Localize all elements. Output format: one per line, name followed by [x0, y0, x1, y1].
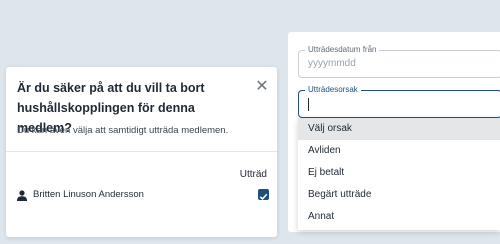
reason-field-label: Utträdesorsak: [305, 84, 361, 96]
person-icon: [17, 190, 27, 201]
member-row: Britten Linuson Andersson: [17, 188, 269, 204]
date-field-placeholder: yyyymmdd: [308, 58, 356, 69]
reason-option-ej-betalt[interactable]: Ej betalt: [298, 162, 500, 184]
divider: [6, 151, 277, 152]
dialog-description: Du kan även välja att samtidigt utträda …: [17, 125, 229, 136]
date-field[interactable]: Utträdesdatum från yyyymmdd: [298, 44, 500, 78]
date-field-label: Utträdesdatum från: [305, 44, 380, 56]
remove-household-dialog: Är du säker på att du vill ta bort hushå…: [6, 67, 277, 237]
reason-option-avliden[interactable]: Avliden: [298, 140, 500, 162]
reason-option-valj-orsak[interactable]: Välj orsak: [298, 118, 500, 140]
member-name: Britten Linuson Andersson: [33, 189, 144, 200]
uttrad-checkbox[interactable]: [258, 189, 269, 200]
reason-field[interactable]: Utträdesorsak: [298, 84, 500, 118]
uttrad-column-header: Utträd: [239, 169, 267, 180]
checkmark-icon: [259, 193, 268, 200]
reason-option-begart-uttrade[interactable]: Begärt utträde: [298, 184, 500, 206]
close-icon[interactable]: ✕: [255, 79, 269, 95]
reason-options-list: Välj orsak Avliden Ej betalt Begärt uttr…: [298, 118, 500, 230]
reason-option-annat[interactable]: Annat: [298, 206, 500, 228]
text-caret: [308, 98, 309, 111]
